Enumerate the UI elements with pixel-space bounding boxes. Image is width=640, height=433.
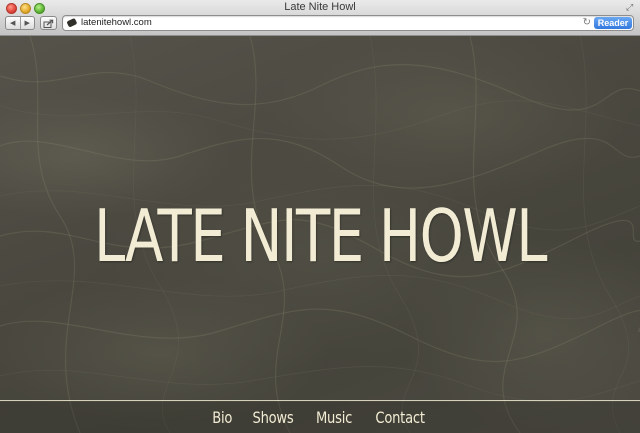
address-bar[interactable]: latenitehowl.com ↻ Reader — [62, 15, 634, 31]
share-button[interactable] — [40, 16, 57, 30]
back-arrow-icon: ◀ — [10, 20, 16, 27]
site-favicon-icon — [67, 18, 77, 27]
footer-nav: Bio Shows Music Contact — [0, 402, 640, 433]
page-background: LATE NITE HOWL Bio Shows Music Contact — [0, 36, 640, 433]
window-title: Late Nite Howl — [284, 1, 356, 13]
nav-link-music[interactable]: Music — [316, 408, 352, 427]
browser-toolbar: Late Nite Howl ⤢ ◀ ▶ latenitehowl.com ↻ … — [0, 0, 640, 36]
browser-window: Late Nite Howl ⤢ ◀ ▶ latenitehowl.com ↻ … — [0, 0, 640, 433]
hero-title: LATE NITE HOWL — [94, 194, 547, 278]
history-nav-group: ◀ ▶ — [5, 16, 35, 30]
url-text[interactable]: latenitehowl.com — [81, 16, 152, 30]
nav-link-shows[interactable]: Shows — [253, 408, 294, 427]
forward-arrow-icon: ▶ — [24, 20, 30, 27]
nav-link-contact[interactable]: Contact — [376, 408, 426, 427]
reload-icon[interactable]: ↻ — [583, 17, 591, 29]
fullscreen-icon[interactable]: ⤢ — [626, 3, 635, 12]
forward-button[interactable]: ▶ — [19, 17, 35, 29]
back-button[interactable]: ◀ — [6, 17, 20, 29]
share-icon — [43, 19, 54, 28]
reader-button[interactable]: Reader — [594, 17, 632, 29]
footer-divider — [0, 400, 640, 401]
nav-link-bio[interactable]: Bio — [212, 408, 232, 427]
